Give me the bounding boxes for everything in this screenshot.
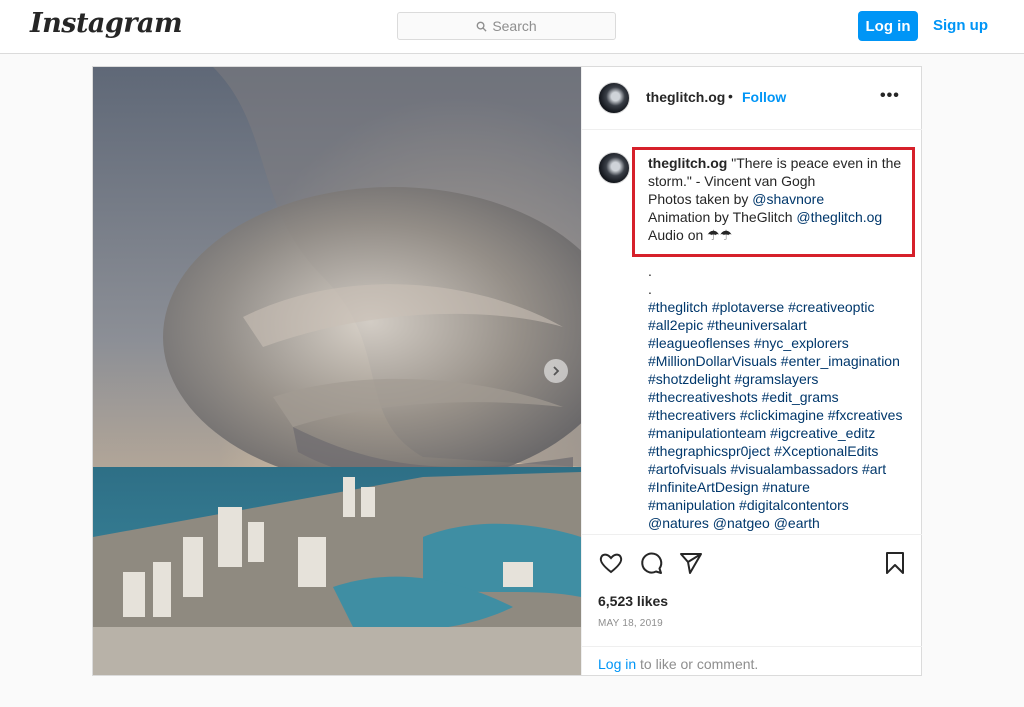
login-button[interactable]: Log in xyxy=(858,11,918,41)
paper-plane-icon[interactable] xyxy=(678,550,704,576)
caption-avatar[interactable] xyxy=(598,152,630,184)
hashtag-line[interactable]: #manipulation #digitalcontentors xyxy=(648,496,910,514)
more-options-icon[interactable]: ••• xyxy=(880,87,900,105)
post-image xyxy=(93,67,581,675)
caption-dot: . xyxy=(648,263,652,279)
comment-prompt: Log in to like or comment. xyxy=(582,646,922,676)
search-input[interactable]: Search xyxy=(397,12,616,40)
search-icon xyxy=(476,21,487,32)
hashtag-line[interactable]: #artofvisuals #visualambassadors #art xyxy=(648,460,910,478)
hashtag-line[interactable]: #shotzdelight #gramslayers xyxy=(648,370,910,388)
hashtag-line[interactable]: #all2epic #theuniversalart xyxy=(648,316,910,334)
hashtag-line[interactable]: #MillionDollarVisuals #enter_imagination xyxy=(648,352,910,370)
search-placeholder: Search xyxy=(492,18,537,34)
hashtag-line[interactable]: #manipulationteam #igcreative_editz xyxy=(648,424,910,442)
likes-count[interactable]: 6,523 likes xyxy=(598,593,668,609)
chevron-right-icon xyxy=(553,366,560,376)
instagram-logo[interactable]: Instagram xyxy=(30,8,183,39)
signup-link[interactable]: Sign up xyxy=(933,17,988,34)
hashtag-line[interactable]: #thegraphicspr0ject #XceptionalEdits xyxy=(648,442,910,460)
hashtag-list: . . #theglitch #plotaverse #creativeopti… xyxy=(648,262,910,532)
heart-icon[interactable] xyxy=(598,550,624,576)
follow-button[interactable]: Follow xyxy=(742,89,786,105)
hashtag-line[interactable]: #thecreativeshots #edit_grams xyxy=(648,388,910,406)
post-date[interactable]: MAY 18, 2019 xyxy=(598,618,663,629)
hashtag-line[interactable]: #thecreativers #clickimagine #fxcreative… xyxy=(648,406,910,424)
post-username[interactable]: theglitch.og xyxy=(646,89,725,105)
post-header: theglitch.og • Follow ••• xyxy=(582,67,922,130)
post-sidebar: theglitch.og • Follow ••• theglitch.og "… xyxy=(581,67,922,675)
separator-dot: • xyxy=(728,88,733,104)
hashtag-line[interactable]: #theglitch #plotaverse #creativeoptic xyxy=(648,298,910,316)
next-image-button[interactable] xyxy=(544,359,568,383)
hashtag-line[interactable]: @natures @natgeo @earth xyxy=(648,514,910,532)
hashtag-line[interactable]: #leagueoflenses #nyc_explorers xyxy=(648,334,910,352)
caption-dot: . xyxy=(648,281,652,297)
avatar[interactable] xyxy=(598,82,630,114)
hashtag-line[interactable]: #InfiniteArtDesign #nature xyxy=(648,478,910,496)
comment-icon[interactable] xyxy=(638,550,664,576)
post-card: theglitch.og • Follow ••• theglitch.og "… xyxy=(92,66,922,676)
bookmark-icon[interactable] xyxy=(882,550,908,576)
storm-city-photo xyxy=(93,67,581,675)
post-actions: 6,523 likes MAY 18, 2019 Log in to like … xyxy=(582,534,922,675)
comment-login-link[interactable]: Log in xyxy=(598,656,636,672)
top-navigation-bar: Instagram Search Log in Sign up xyxy=(0,0,1024,54)
caption-highlight-box xyxy=(632,147,915,257)
comment-prompt-text: to like or comment. xyxy=(636,656,759,672)
